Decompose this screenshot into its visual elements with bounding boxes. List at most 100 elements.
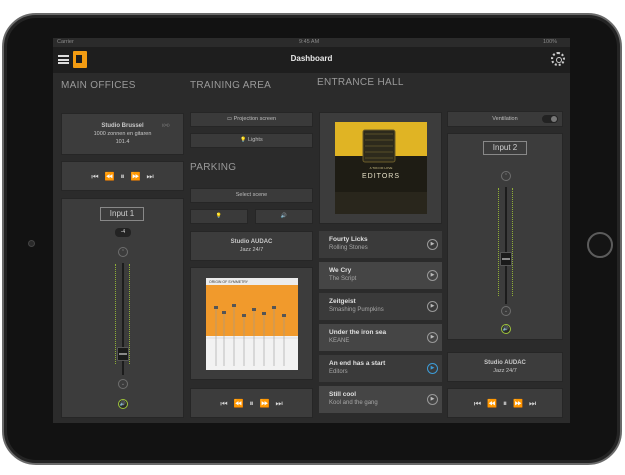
album-subtitle-text: A TON OF LOVE bbox=[370, 166, 393, 170]
track-title: Fourty Licks bbox=[329, 236, 368, 243]
right-source-card[interactable]: Studio AUDAC Jazz 24/7 bbox=[447, 352, 563, 382]
speaker-icon[interactable]: 🔊 bbox=[118, 399, 128, 409]
heading-parking: PARKING bbox=[190, 162, 237, 173]
track-artist: The Script bbox=[329, 276, 357, 282]
main-source-line2: 101.4 bbox=[115, 139, 130, 145]
clock-label: 9:45 AM bbox=[299, 39, 320, 45]
pause-icon[interactable]: ⏸ bbox=[503, 399, 507, 409]
track-title: Under the iron sea bbox=[329, 329, 387, 336]
lights-button[interactable]: 💡 Lights bbox=[190, 133, 313, 148]
editors-album-cover: A TON OF LOVE EDITORS bbox=[335, 122, 427, 214]
play-icon[interactable]: ▶ bbox=[427, 394, 438, 405]
main-volume-panel: Input 1 -4 ⌃ ⌄ 🔊 bbox=[61, 198, 184, 418]
track-title: An end has a start bbox=[329, 360, 386, 367]
status-bar: Carrier 9:45 AM 100% bbox=[53, 38, 570, 47]
parking-album-panel: ORIGIN OF SYMMETRY bbox=[190, 267, 313, 380]
rewind-icon[interactable]: ⏪ bbox=[234, 399, 244, 409]
play-icon[interactable]: ▶ bbox=[427, 332, 438, 343]
carrier-label: Carrier bbox=[57, 39, 74, 45]
ventilation-row: Ventilation bbox=[447, 111, 563, 127]
main-source-card[interactable]: Studio Brussel 1000 zonnen en gitaren 10… bbox=[61, 113, 184, 155]
home-button[interactable] bbox=[587, 232, 613, 258]
projector-icon: ▭ bbox=[226, 116, 233, 122]
radio-signal-icon: ((o)) bbox=[162, 122, 170, 127]
level-meter-right bbox=[129, 264, 130, 364]
volume-down-icon[interactable]: ⌄ bbox=[118, 379, 128, 389]
heading-main-offices: MAIN OFFICES bbox=[61, 80, 136, 91]
settings-gear-icon[interactable] bbox=[551, 52, 565, 66]
ventilation-toggle[interactable] bbox=[542, 115, 558, 123]
fast-forward-icon[interactable]: ⏩ bbox=[131, 172, 141, 182]
track-row[interactable]: We Cry The Script ▶ bbox=[319, 262, 442, 291]
main-transport-controls: ⏮ ⏪ ⏸ ⏩ ⏭ bbox=[61, 161, 184, 191]
prev-icon[interactable]: ⏮ bbox=[220, 399, 227, 409]
play-icon[interactable]: ▶ bbox=[427, 301, 438, 312]
level-meter-left bbox=[115, 264, 116, 364]
right-transport-controls: ⏮ ⏪ ⏸ ⏩ ⏭ bbox=[447, 388, 563, 418]
volume-slider-track[interactable] bbox=[505, 187, 507, 304]
play-icon[interactable]: ▶ bbox=[427, 270, 438, 281]
track-artist: Editors bbox=[329, 369, 348, 375]
parking-bulb-icon: 💡 bbox=[215, 213, 223, 219]
main-source-line1: 1000 zonnen en gitaren bbox=[93, 131, 152, 137]
heading-entrance-hall: ENTRANCE HALL bbox=[317, 77, 404, 88]
track-title: Zeitgeist bbox=[329, 298, 356, 305]
play-icon-active[interactable]: ▶ bbox=[427, 363, 438, 374]
origin-of-symmetry-cover: ORIGIN OF SYMMETRY bbox=[206, 278, 298, 370]
nav-bar: Dashboard bbox=[53, 47, 570, 73]
track-title: We Cry bbox=[329, 267, 352, 274]
prev-icon[interactable]: ⏮ bbox=[91, 172, 98, 182]
next-icon[interactable]: ⏭ bbox=[275, 399, 282, 409]
rewind-icon[interactable]: ⏪ bbox=[105, 172, 115, 182]
track-row[interactable]: Under the iron sea KEANE ▶ bbox=[319, 324, 442, 353]
fast-forward-icon[interactable]: ⏩ bbox=[260, 399, 270, 409]
select-scene-button[interactable]: Select scene bbox=[190, 188, 313, 203]
volume-slider-knob[interactable] bbox=[117, 347, 129, 361]
play-icon[interactable]: ▶ bbox=[427, 239, 438, 250]
track-row[interactable]: An end has a start Editors ▶ bbox=[319, 355, 442, 384]
right-source-name: Studio AUDAC bbox=[484, 360, 526, 366]
parking-transport-controls: ⏮ ⏪ ⏸ ⏩ ⏭ bbox=[190, 388, 313, 418]
volume-slider-knob[interactable] bbox=[500, 252, 512, 266]
battery-label: 100% bbox=[543, 39, 558, 45]
track-list: Fourty Licks Rolling Stones ▶ We Cry The… bbox=[319, 231, 442, 419]
parking-bulb-button[interactable]: 💡 bbox=[190, 209, 248, 224]
parking-source-name: Studio AUDAC bbox=[230, 239, 273, 245]
right-volume-panel: Input 2 ⌃ ⌄ 🔊 bbox=[447, 133, 563, 340]
track-artist: Kool and the gang bbox=[329, 400, 378, 406]
track-artist: Rolling Stones bbox=[329, 245, 368, 251]
prev-icon[interactable]: ⏮ bbox=[474, 399, 481, 409]
input-1-selector[interactable]: Input 1 bbox=[100, 207, 144, 221]
heading-training-area: TRAINING AREA bbox=[190, 80, 272, 91]
right-source-sub: Jazz 24/7 bbox=[493, 368, 517, 374]
track-row[interactable]: Fourty Licks Rolling Stones ▶ bbox=[319, 231, 442, 260]
lights-label: Lights bbox=[248, 137, 263, 143]
volume-up-icon[interactable]: ⌃ bbox=[501, 171, 511, 181]
track-title: Still cool bbox=[329, 391, 357, 398]
parking-speaker-button[interactable]: 🔊 bbox=[255, 209, 313, 224]
next-icon[interactable]: ⏭ bbox=[146, 172, 153, 182]
pause-icon[interactable]: ⏸ bbox=[121, 172, 125, 182]
album-band-text: EDITORS bbox=[362, 173, 400, 180]
rewind-icon[interactable]: ⏪ bbox=[487, 399, 497, 409]
track-artist: Smashing Pumpkins bbox=[329, 307, 384, 313]
track-row[interactable]: Zeitgeist Smashing Pumpkins ▶ bbox=[319, 293, 442, 322]
input-2-selector[interactable]: Input 2 bbox=[483, 141, 527, 155]
entrance-album-panel: A TON OF LOVE EDITORS bbox=[319, 112, 442, 224]
next-icon[interactable]: ⏭ bbox=[529, 399, 536, 409]
album-title-text: ORIGIN OF SYMMETRY bbox=[209, 280, 249, 284]
volume-up-icon[interactable]: ⌃ bbox=[118, 247, 128, 257]
fast-forward-icon[interactable]: ⏩ bbox=[513, 399, 523, 409]
parking-source-card[interactable]: Studio AUDAC Jazz 24/7 bbox=[190, 231, 313, 261]
pause-icon[interactable]: ⏸ bbox=[250, 399, 254, 409]
speaker-icon[interactable]: 🔊 bbox=[501, 324, 511, 334]
volume-down-icon[interactable]: ⌄ bbox=[501, 306, 511, 316]
track-row[interactable]: Still cool Kool and the gang ▶ bbox=[319, 386, 442, 415]
volume-value-badge: -4 bbox=[115, 228, 131, 237]
parking-source-sub: Jazz 24/7 bbox=[239, 247, 264, 253]
parking-speaker-icon: 🔊 bbox=[280, 213, 288, 219]
bulb-icon: 💡 bbox=[240, 137, 247, 143]
ventilation-label: Ventilation bbox=[492, 116, 518, 122]
projection-screen-button[interactable]: ▭ Projection screen bbox=[190, 112, 313, 127]
track-artist: KEANE bbox=[329, 338, 350, 344]
